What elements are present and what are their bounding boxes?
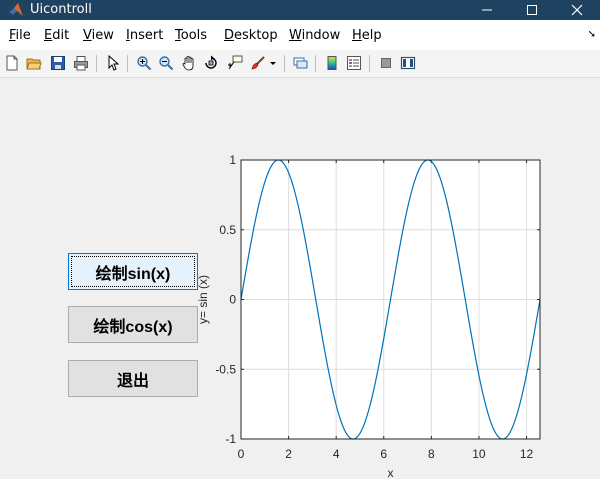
- x-tick-label: 2: [285, 447, 292, 461]
- y-tick-label: -0.5: [215, 362, 236, 376]
- y-tick-label: 0: [229, 293, 236, 307]
- y-tick-label: -1: [225, 432, 236, 446]
- y-tick-label: 0.5: [219, 223, 236, 237]
- sine-plot[interactable]: 0 2 4 6 8 10 12 1 0.5 0 -0.5 -1 x y= sin (x): [0, 0, 600, 479]
- x-tick-label: 8: [428, 447, 435, 461]
- x-tick-label: 0: [238, 447, 245, 461]
- x-tick-label: 4: [333, 447, 340, 461]
- x-tick-label: 10: [472, 447, 486, 461]
- x-tick-label: 12: [520, 447, 534, 461]
- y-axis-label: y= sin (x): [196, 275, 210, 324]
- x-tick-label: 6: [380, 447, 387, 461]
- y-tick-label: 1: [229, 153, 236, 167]
- x-axis-label: x: [388, 466, 394, 479]
